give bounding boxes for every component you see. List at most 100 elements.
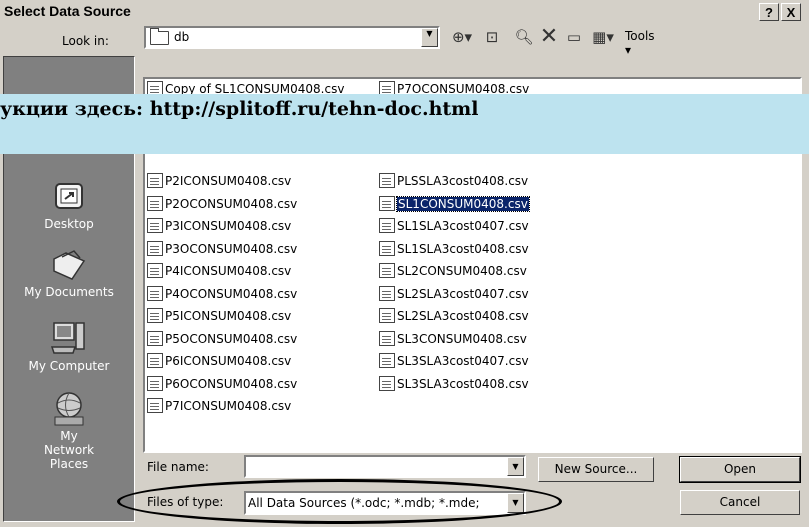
close-button[interactable]: X <box>781 3 801 21</box>
file-name: P5OCONSUM0408.csv <box>165 331 298 346</box>
cancel-button[interactable]: Cancel <box>680 490 800 515</box>
place-label: My Computer <box>28 359 110 373</box>
delete-icon: ✕ <box>539 24 559 49</box>
open-button[interactable]: Open <box>679 456 801 483</box>
file-item[interactable]: SL1CONSUM0408.csv <box>379 195 530 213</box>
csv-file-icon <box>379 263 395 278</box>
file-name: SL1SLA3cost0408.csv <box>397 241 529 256</box>
file-name: SL1SLA3cost0407.csv <box>397 219 529 233</box>
back-icon: ⊕▾ <box>451 28 473 46</box>
chevron-down-icon[interactable]: ▼ <box>507 493 524 513</box>
new-source-button[interactable]: New Source... <box>538 457 654 482</box>
tools-menu[interactable]: Tools ▾ <box>625 29 655 57</box>
look-in-dropdown[interactable]: db ▼ <box>144 26 440 49</box>
file-name: P6ICONSUM0408.csv <box>165 354 292 368</box>
place-my-documents[interactable]: My Documents <box>4 249 134 299</box>
chevron-down-icon[interactable]: ▼ <box>507 457 524 476</box>
new-folder-icon: ▭ <box>566 28 582 46</box>
file-type-dropdown[interactable]: All Data Sources (*.odc; *.mdb; *.mde; ▼ <box>244 491 526 515</box>
csv-file-icon <box>379 285 395 301</box>
my-computer-icon <box>50 322 85 354</box>
file-item[interactable]: SL3CONSUM0408.csv <box>379 330 527 348</box>
my-documents-icon <box>53 250 86 280</box>
file-item[interactable]: P7ICONSUM0408.csv <box>147 397 291 415</box>
up-folder-icon: ⊡ <box>485 28 499 46</box>
file-name: SL2SLA3cost0408.csv <box>397 309 529 323</box>
file-item[interactable]: SL1SLA3cost0408.csv <box>379 240 529 258</box>
look-in-label: Look in: <box>62 34 109 48</box>
look-in-value: db <box>174 30 190 44</box>
banner-text: укции здесь: http://splitoff.ru/tehn-doc… <box>0 98 479 120</box>
place-desktop[interactable]: Desktop <box>4 179 134 231</box>
csv-file-icon <box>379 218 395 233</box>
views-button[interactable]: ▦▾ <box>587 25 619 49</box>
csv-file-icon <box>147 173 163 188</box>
chevron-down-icon: ▾ <box>625 43 632 57</box>
file-name: SL2CONSUM0408.csv <box>397 264 527 278</box>
place-label: Desktop <box>44 217 94 231</box>
csv-file-icon <box>379 330 395 346</box>
up-folder-button[interactable]: ⊡ <box>481 25 503 49</box>
csv-file-icon <box>147 398 163 413</box>
csv-file-icon <box>379 195 395 211</box>
place-my-computer[interactable]: My Computer <box>4 319 134 373</box>
csv-file-icon <box>147 308 163 323</box>
csv-file-icon <box>379 353 395 368</box>
file-name: P4ICONSUM0408.csv <box>165 264 292 278</box>
csv-file-icon <box>147 375 163 391</box>
file-type-label: Files of type: <box>147 495 224 509</box>
csv-file-icon <box>147 330 163 346</box>
place-my-network-places[interactable]: My Network Places <box>4 391 134 471</box>
file-item[interactable]: SL3SLA3cost0408.csv <box>379 375 529 393</box>
title-bar: Select Data Source ? X <box>0 0 809 25</box>
tools-label: Tools <box>625 29 655 43</box>
csv-file-icon <box>147 195 163 211</box>
search-icon: 🔍︎ <box>514 28 534 46</box>
file-name: P7ICONSUM0408.csv <box>165 399 292 413</box>
file-item[interactable]: P4ICONSUM0408.csv <box>147 262 291 280</box>
file-item[interactable]: P5ICONSUM0408.csv <box>147 307 291 325</box>
desktop-icon <box>55 183 83 209</box>
csv-file-icon <box>147 353 163 368</box>
file-item[interactable]: SL2CONSUM0408.csv <box>379 262 527 280</box>
file-name: P5ICONSUM0408.csv <box>165 309 292 323</box>
file-item[interactable]: P6OCONSUM0408.csv <box>147 375 297 393</box>
file-item[interactable]: P3OCONSUM0408.csv <box>147 240 297 258</box>
help-button[interactable]: ? <box>759 3 779 21</box>
search-web-button[interactable]: 🔍︎ <box>513 25 535 49</box>
file-name: P3ICONSUM0408.csv <box>165 219 292 233</box>
file-name: P6OCONSUM0408.csv <box>165 376 298 391</box>
csv-file-icon <box>379 375 395 391</box>
place-label: My Network Places <box>43 429 95 471</box>
file-name: SL1CONSUM0408.csv <box>396 195 530 212</box>
csv-file-icon <box>379 240 395 256</box>
file-name: SL2SLA3cost0407.csv <box>397 286 529 301</box>
file-type-value: All Data Sources (*.odc; *.mdb; *.mde; <box>248 496 480 510</box>
new-folder-button[interactable]: ▭ <box>563 25 585 49</box>
file-item[interactable]: P3ICONSUM0408.csv <box>147 217 291 235</box>
file-item[interactable]: P2OCONSUM0408.csv <box>147 195 297 213</box>
file-item[interactable]: P4OCONSUM0408.csv <box>147 285 297 303</box>
file-item[interactable]: P2ICONSUM0408.csv <box>147 172 291 190</box>
file-name: P2ICONSUM0408.csv <box>165 174 292 188</box>
place-label: My Documents <box>24 285 114 299</box>
overlay-banner: укции здесь: http://splitoff.ru/tehn-doc… <box>0 94 809 154</box>
back-button[interactable]: ⊕▾ <box>445 25 479 49</box>
file-item[interactable]: PLSSLA3cost0408.csv <box>379 172 528 190</box>
file-item[interactable]: SL2SLA3cost0408.csv <box>379 307 529 325</box>
file-item[interactable]: SL2SLA3cost0407.csv <box>379 285 529 303</box>
file-name: P3OCONSUM0408.csv <box>165 241 298 256</box>
file-item[interactable]: P5OCONSUM0408.csv <box>147 330 297 348</box>
file-item[interactable]: P6ICONSUM0408.csv <box>147 352 291 370</box>
file-item[interactable]: SL3SLA3cost0407.csv <box>379 352 529 370</box>
chevron-down-icon[interactable]: ▼ <box>421 28 438 47</box>
file-item[interactable]: SL1SLA3cost0407.csv <box>379 217 529 235</box>
file-name: P2OCONSUM0408.csv <box>165 196 298 211</box>
views-icon: ▦▾ <box>592 28 614 46</box>
csv-file-icon <box>147 285 163 301</box>
csv-file-icon <box>147 263 163 278</box>
csv-file-icon <box>147 218 163 233</box>
delete-button[interactable]: ✕ <box>537 25 561 49</box>
csv-file-icon <box>147 240 163 256</box>
file-name-combo[interactable]: ▼ <box>244 455 526 478</box>
